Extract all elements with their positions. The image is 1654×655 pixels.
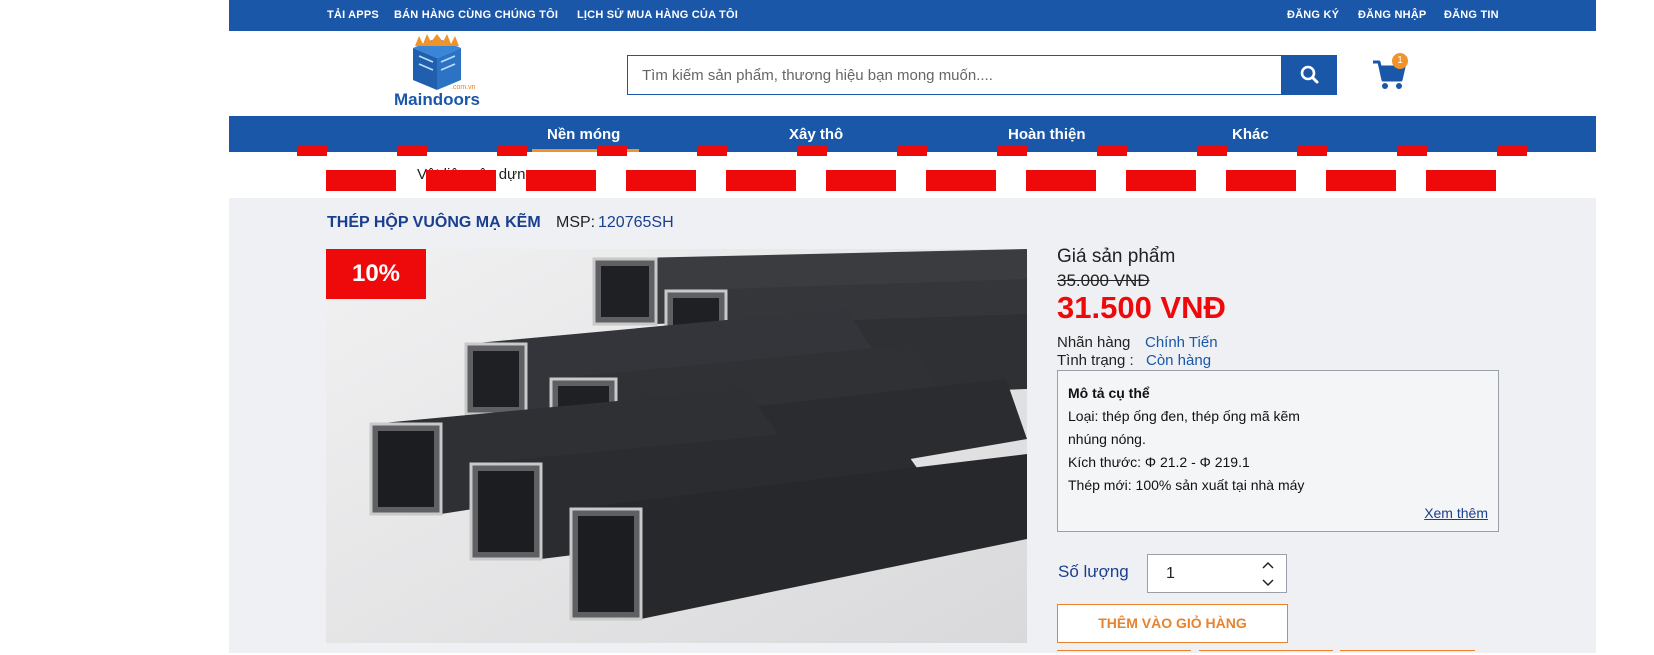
description-line: Kích thước: Φ 21.2 - Φ 219.1 <box>1068 454 1250 470</box>
search-button[interactable] <box>1282 55 1337 95</box>
add-to-cart-button[interactable]: THÊM VÀO GIỎ HÀNG <box>1057 604 1288 643</box>
description-line: Thép mới: 100% sản xuất tại nhà máy <box>1068 477 1305 493</box>
topbar-link-register[interactable]: ĐĂNG KÝ <box>1287 9 1339 21</box>
sku-value: 120765SH <box>598 214 674 231</box>
quantity-input[interactable] <box>1148 555 1248 592</box>
discount-badge: 10% <box>326 249 426 299</box>
cart-count-badge: 1 <box>1392 53 1408 69</box>
topbar-link-purchase-history[interactable]: LỊCH SỬ MUA HÀNG CỦA TÔI <box>577 9 738 21</box>
description-box: Mô tả cụ thể Loại: thép ống đen, thép ốn… <box>1057 370 1499 532</box>
sale-price: 31.500 VNĐ <box>1057 290 1226 325</box>
page: TẢI APPS BÁN HÀNG CÙNG CHÚNG TÔI LỊCH SỬ… <box>229 0 1596 653</box>
nav-item-other[interactable]: Khác <box>1232 126 1269 143</box>
search-input[interactable] <box>628 56 1282 94</box>
topbar-link-login[interactable]: ĐĂNG NHẬP <box>1358 9 1426 21</box>
topbar-link-post[interactable]: ĐĂNG TIN <box>1444 9 1499 21</box>
brand-label: Nhãn hàng <box>1057 334 1131 351</box>
sku-label: MSP: <box>556 214 596 231</box>
description-line: Loại: thép ống đen, thép ống mã kẽm <box>1068 408 1300 424</box>
product-section: THÉP HỘP VUÔNG MẠ KẼM MSP: 120765SH 10% … <box>229 198 1596 653</box>
quantity-stepper <box>1147 554 1287 593</box>
price-label: Giá sản phẩm <box>1057 246 1176 267</box>
nav-item-foundation[interactable]: Nền móng <box>547 126 620 143</box>
topbar-link-sell-with-us[interactable]: BÁN HÀNG CÙNG CHÚNG TÔI <box>394 9 558 21</box>
stock-status-value: Còn hàng <box>1146 352 1212 369</box>
steel-pipes-image <box>326 249 1027 643</box>
stock-status-label: Tình trạng : <box>1057 352 1134 369</box>
topbar-link-download-apps[interactable]: TẢI APPS <box>327 9 379 21</box>
search-box <box>627 55 1282 95</box>
nav-item-rough-construction[interactable]: Xây thô <box>789 126 843 143</box>
top-utility-bar: TẢI APPS BÁN HÀNG CÙNG CHÚNG TÔI LỊCH SỬ… <box>229 0 1596 31</box>
description-title: Mô tả cụ thể <box>1068 385 1150 401</box>
site-logo[interactable]: .com.vn Maindoors <box>389 34 485 112</box>
chevron-up-icon[interactable] <box>1258 557 1278 573</box>
product-title: THÉP HỘP VUÔNG MẠ KẼM <box>327 214 541 231</box>
search-icon <box>1300 65 1319 84</box>
product-image[interactable] <box>326 249 1027 643</box>
logo-text: Maindoors <box>394 90 480 109</box>
quantity-label: Số lượng <box>1058 562 1129 581</box>
old-price: 35.000 VNĐ <box>1057 271 1150 290</box>
brand-link[interactable]: Chính Tiến <box>1145 334 1218 351</box>
see-more-link[interactable]: Xem thêm <box>1424 505 1488 521</box>
nav-item-finishing[interactable]: Hoàn thiện <box>1008 126 1086 143</box>
chevron-down-icon[interactable] <box>1258 575 1278 591</box>
description-line: nhúng nóng. <box>1068 431 1146 447</box>
